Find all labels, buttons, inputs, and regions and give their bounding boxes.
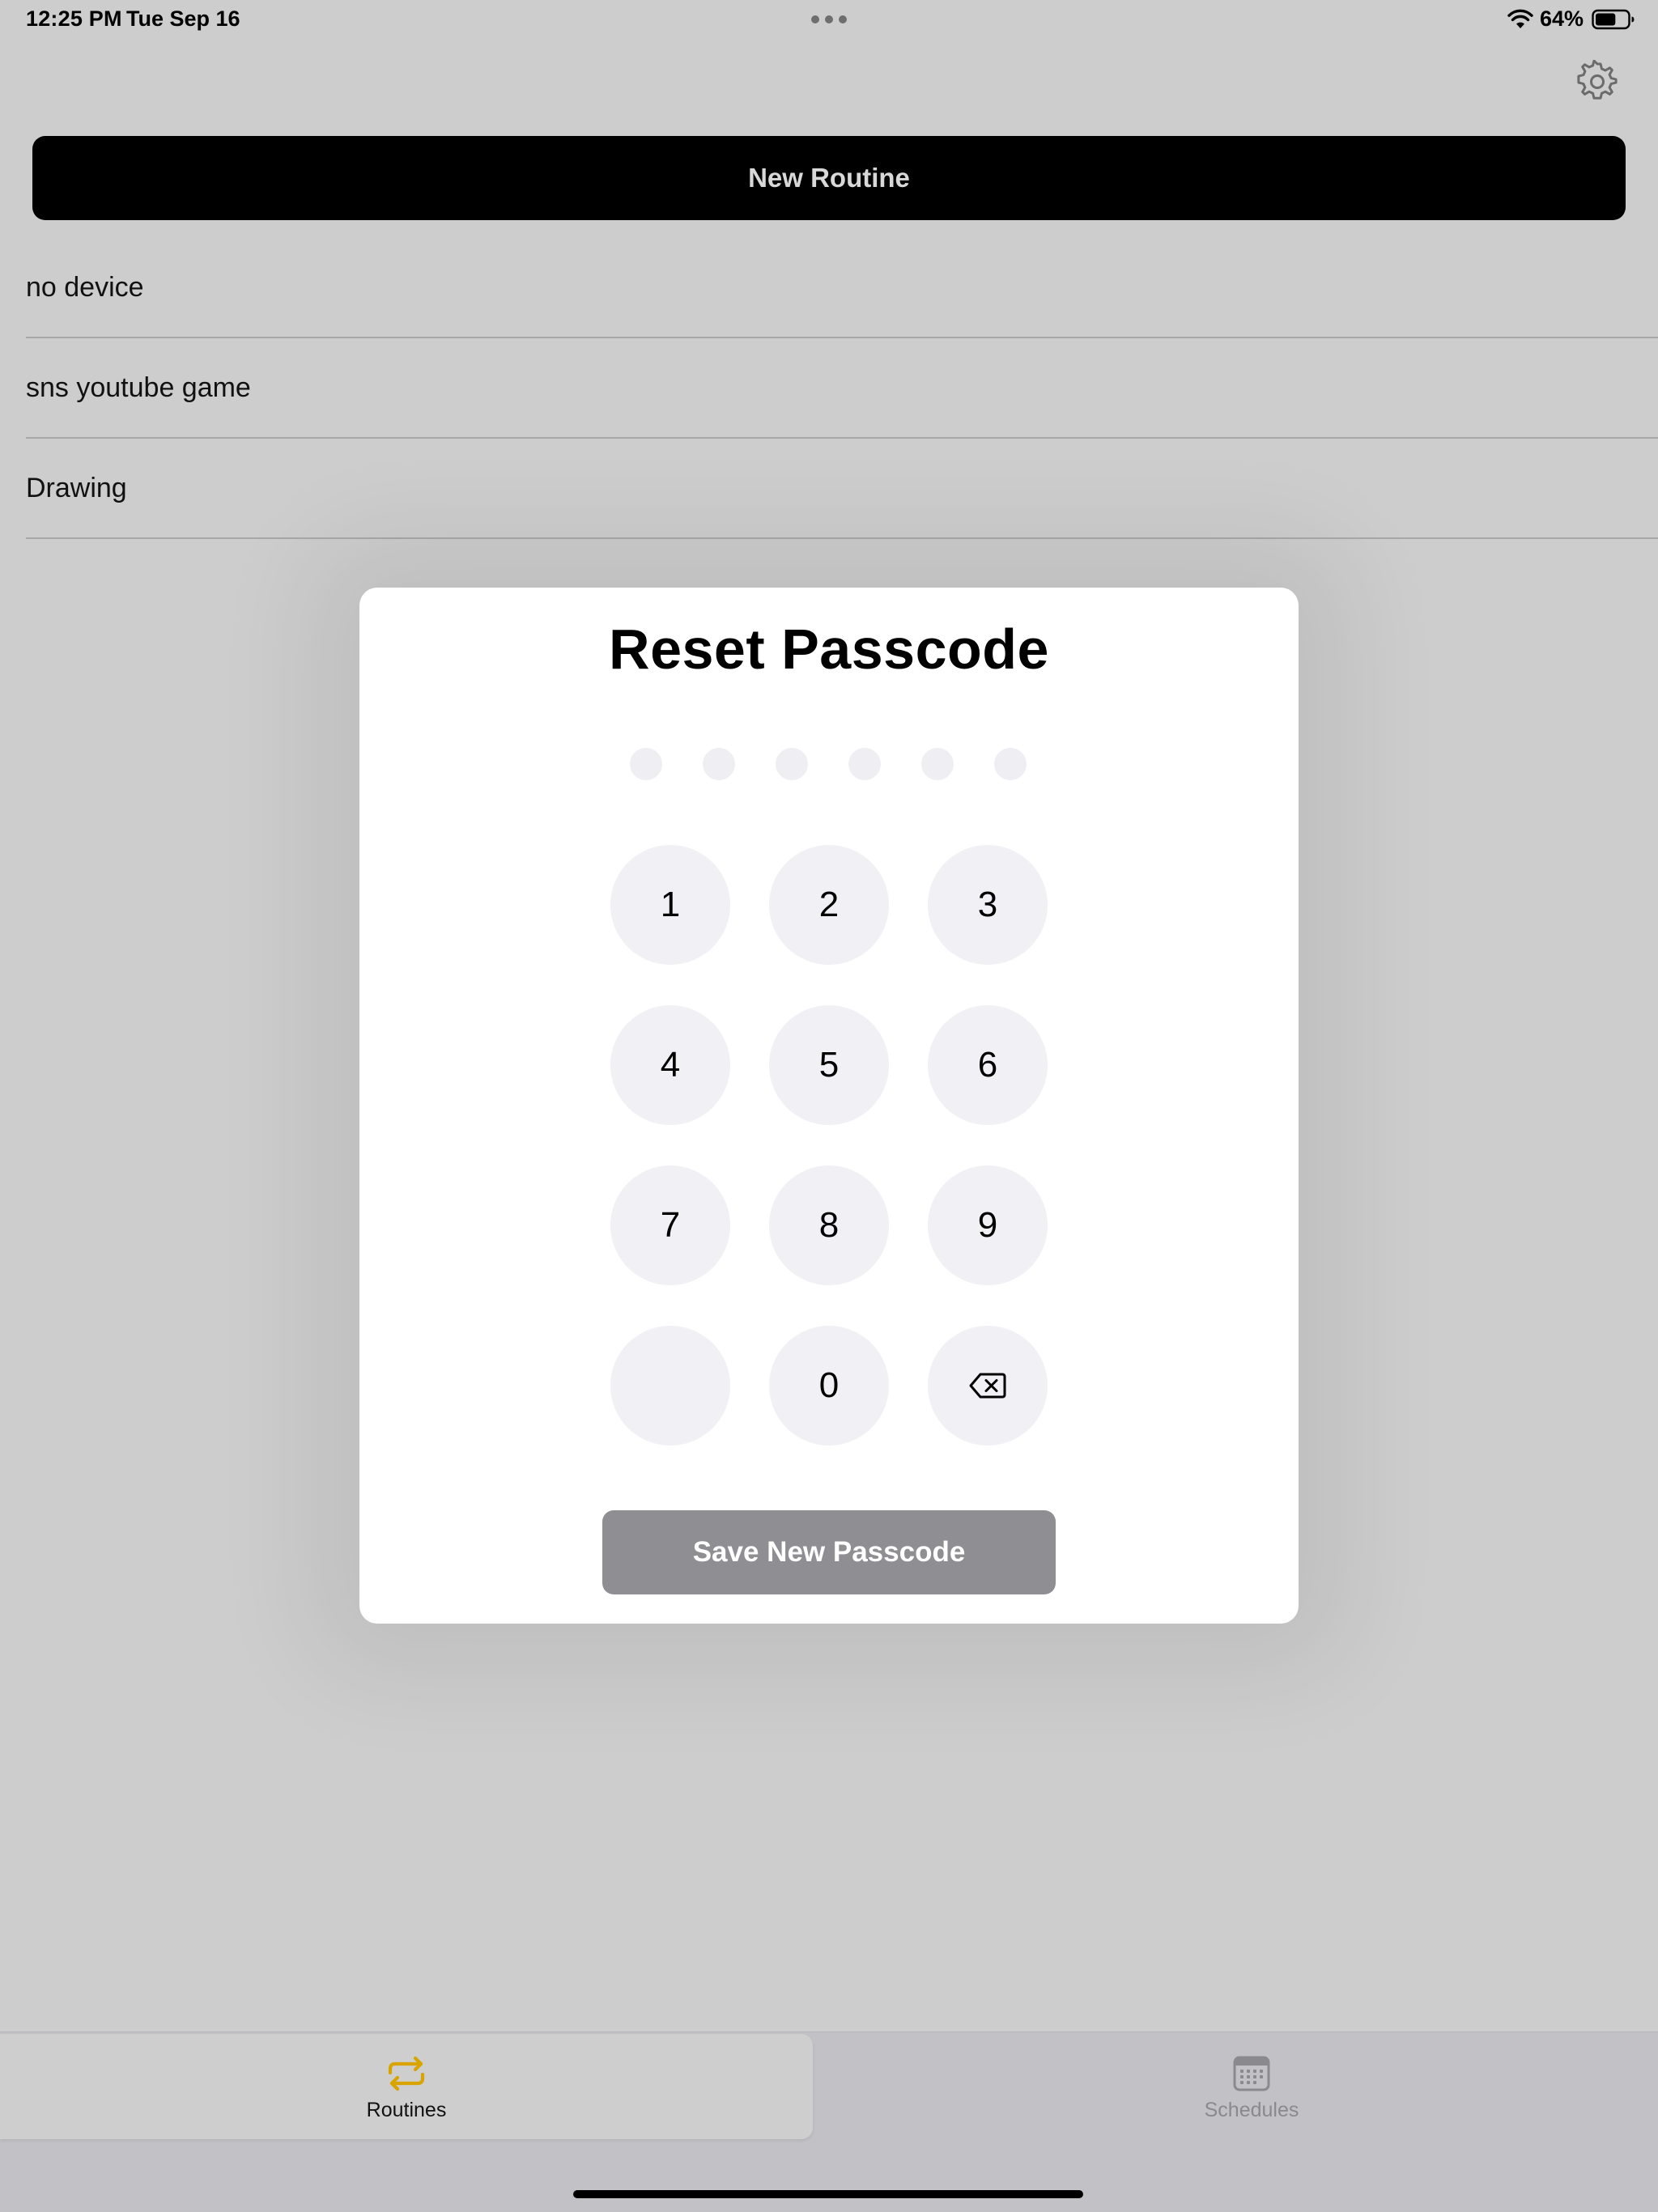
- new-routine-label: New Routine: [748, 163, 910, 193]
- pin-dot: [848, 748, 881, 780]
- keypad-key-2[interactable]: 2: [769, 845, 889, 965]
- pin-dot: [994, 748, 1027, 780]
- keypad-key-7[interactable]: 7: [610, 1165, 730, 1285]
- keypad-key-3[interactable]: 3: [928, 845, 1048, 965]
- routine-list: no device sns youtube game Drawing: [26, 238, 1658, 539]
- tab-bar: Routines Schedules: [0, 2032, 1658, 2212]
- routine-name: Drawing: [26, 472, 127, 503]
- tab-label: Schedules: [1204, 2099, 1299, 2121]
- keypad-key-5[interactable]: 5: [769, 1005, 889, 1125]
- keypad-key-4[interactable]: 4: [610, 1005, 730, 1125]
- keypad-key-1[interactable]: 1: [610, 845, 730, 965]
- home-indicator: [573, 2190, 1083, 2198]
- battery-icon: [1592, 9, 1635, 30]
- list-item[interactable]: sns youtube game: [26, 338, 1658, 439]
- list-item[interactable]: no device: [26, 238, 1658, 338]
- keypad-key-6[interactable]: 6: [928, 1005, 1048, 1125]
- reset-passcode-dialog: Reset Passcode 1 2 3 4 5 6 7 8 9 0 Save …: [359, 588, 1299, 1624]
- pin-dot: [703, 748, 735, 780]
- calendar-icon: [1233, 2056, 1270, 2091]
- repeat-arrows-icon: [388, 2056, 425, 2091]
- passcode-indicator: [630, 748, 1028, 780]
- dialog-title: Reset Passcode: [609, 618, 1049, 681]
- battery-percent: 64%: [1540, 6, 1584, 31]
- routine-name: no device: [26, 271, 144, 303]
- save-button-label: Save New Passcode: [692, 1536, 966, 1568]
- new-routine-button[interactable]: New Routine: [32, 136, 1626, 220]
- pin-dot: [776, 748, 808, 780]
- status-date: Tue Sep 16: [126, 6, 240, 31]
- status-time: 12:25 PM: [26, 6, 122, 31]
- multitask-dots-icon[interactable]: [811, 15, 847, 23]
- delete-icon: [969, 1373, 1006, 1399]
- save-new-passcode-button[interactable]: Save New Passcode: [602, 1510, 1056, 1594]
- tab-schedules[interactable]: Schedules: [845, 2034, 1658, 2139]
- status-bar: 12:25 PM Tue Sep 16 64%: [0, 0, 1658, 39]
- gear-icon[interactable]: [1575, 60, 1619, 104]
- list-item[interactable]: Drawing: [26, 439, 1658, 539]
- routine-name: sns youtube game: [26, 371, 251, 403]
- keypad-key-9[interactable]: 9: [928, 1165, 1048, 1285]
- keypad-key-0[interactable]: 0: [769, 1326, 889, 1446]
- tab-label: Routines: [366, 2099, 447, 2121]
- wifi-icon: [1507, 9, 1533, 28]
- keypad-key-8[interactable]: 8: [769, 1165, 889, 1285]
- tab-routines[interactable]: Routines: [0, 2034, 813, 2139]
- pin-dot: [630, 748, 662, 780]
- keypad-key-blank: [610, 1326, 730, 1446]
- pin-dot: [921, 748, 954, 780]
- delete-button[interactable]: [928, 1326, 1048, 1446]
